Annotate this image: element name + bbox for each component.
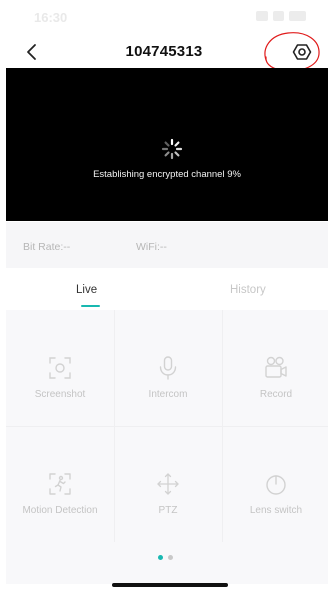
microphone-icon <box>159 356 177 380</box>
battery-icon <box>289 11 306 21</box>
spinner-icon <box>161 138 183 160</box>
ptz-button[interactable]: PTZ <box>114 426 222 542</box>
page-indicator <box>150 555 180 561</box>
bit-rate-label: Bit Rate:-- <box>23 241 71 253</box>
intercom-label: Intercom <box>148 389 188 400</box>
status-bar: 16:30 <box>0 0 328 34</box>
wifi-label: WiFi:-- <box>136 241 167 253</box>
motion-detection-icon <box>49 473 71 495</box>
motion-detection-label: Motion Detection <box>22 505 98 516</box>
screenshot-button[interactable]: Screenshot <box>6 310 114 426</box>
video-viewport[interactable]: Establishing encrypted channel 9% <box>6 68 328 221</box>
page-dot[interactable] <box>168 555 173 560</box>
control-grid: Screenshot Intercom Record Motion Detect… <box>6 310 328 584</box>
tab-history[interactable]: History <box>230 284 266 296</box>
record-icon <box>265 356 287 378</box>
active-tab-indicator <box>81 305 100 307</box>
ptz-icon <box>157 473 179 495</box>
power-icon <box>266 475 286 495</box>
tab-live[interactable]: Live <box>76 284 97 296</box>
screenshot-label: Screenshot <box>34 389 86 400</box>
intercom-button[interactable]: Intercom <box>114 310 222 426</box>
home-indicator[interactable] <box>112 583 228 587</box>
lens-switch-button[interactable]: Lens switch <box>222 426 328 542</box>
lens-switch-label: Lens switch <box>249 505 303 516</box>
stream-info-bar: Bit Rate:-- WiFi:-- <box>6 222 328 268</box>
chevron-left-icon <box>27 44 36 60</box>
record-button[interactable]: Record <box>222 310 328 426</box>
motion-detection-button[interactable]: Motion Detection <box>6 426 114 542</box>
screenshot-icon <box>49 357 71 379</box>
wifi-icon <box>273 11 284 21</box>
back-button[interactable] <box>22 40 46 64</box>
signal-icon <box>256 11 268 21</box>
connection-status: Establishing encrypted channel 9% <box>93 169 241 180</box>
ptz-label: PTZ <box>158 505 178 516</box>
view-tabs: Live History <box>6 268 328 310</box>
status-time: 16:30 <box>34 10 68 25</box>
record-label: Record <box>259 389 293 400</box>
status-icons <box>256 11 306 23</box>
page-dot-active[interactable] <box>158 555 163 560</box>
